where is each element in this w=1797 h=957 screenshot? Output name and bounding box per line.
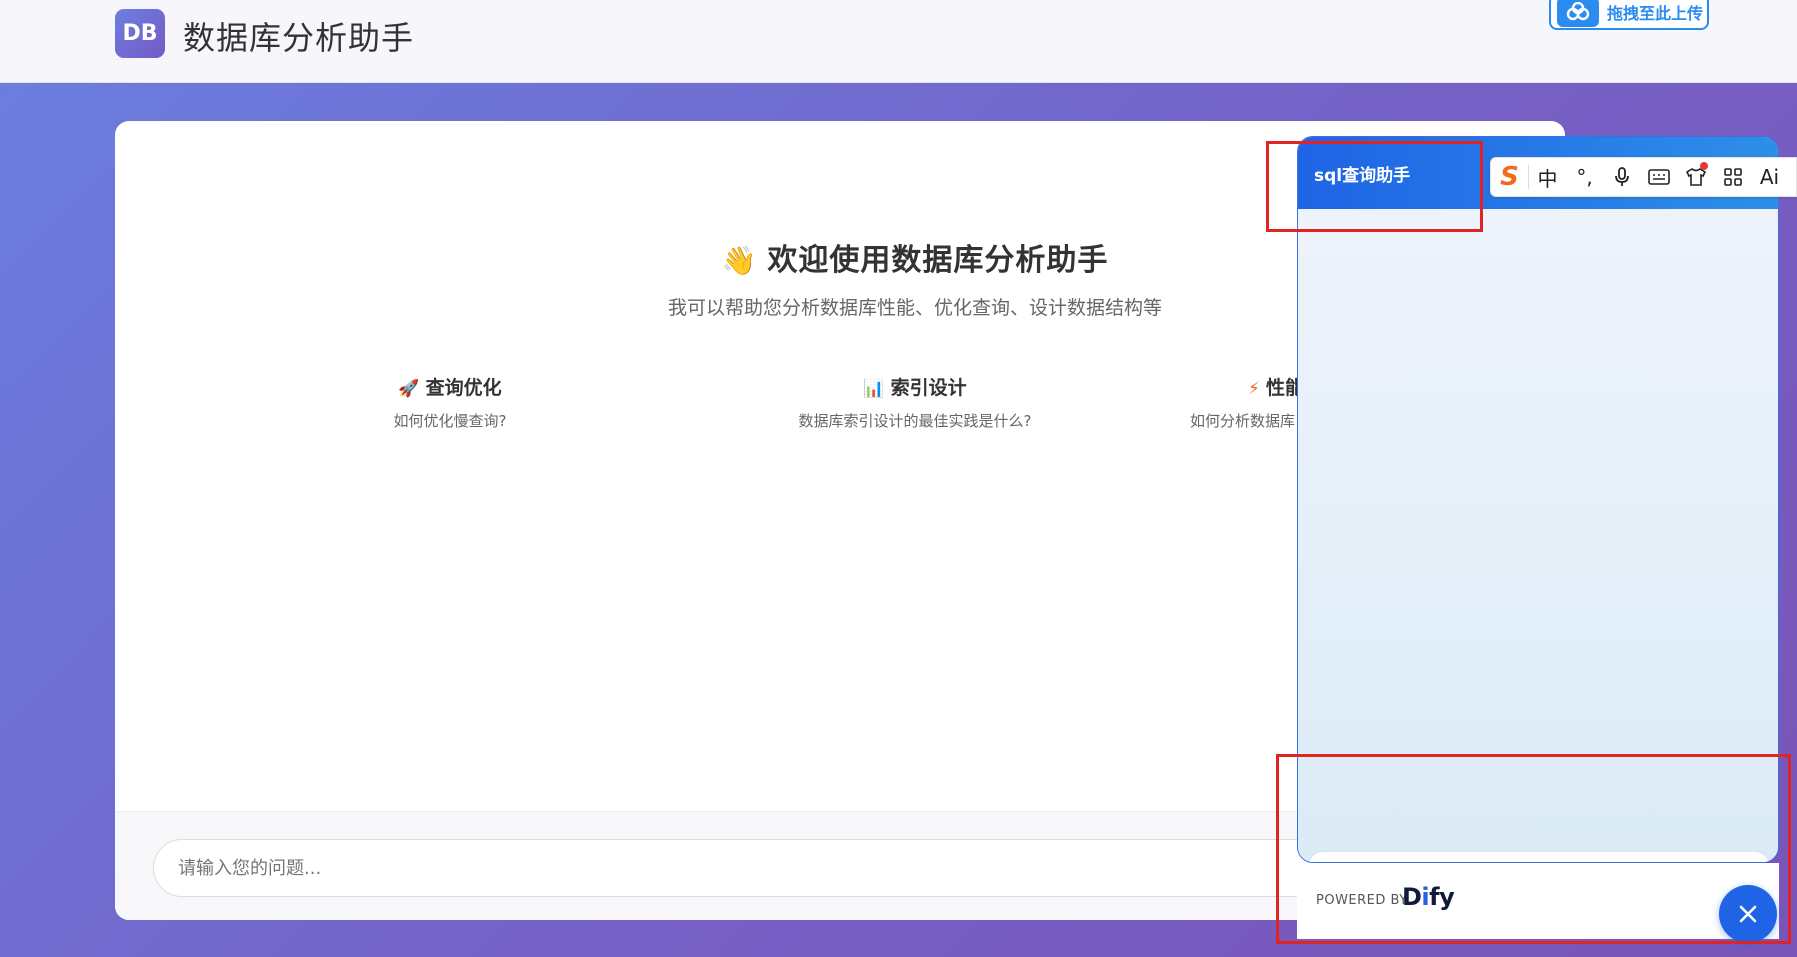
ai-icon[interactable]: Ai <box>1751 157 1788 197</box>
ime-ai-label: Ai <box>1759 165 1780 189</box>
chat-panel: sql查询助手 <box>1297 136 1779 863</box>
ime-lang-label: 中 <box>1537 166 1558 191</box>
chat-title: sql查询助手 <box>1314 166 1411 186</box>
feature-title: 🚀 查询优化 <box>330 373 570 400</box>
close-chat-button[interactable] <box>1719 885 1777 943</box>
dify-logo: Dify <box>1402 883 1455 911</box>
chat-messages-area <box>1298 209 1778 862</box>
chat-input-box <box>1309 852 1769 862</box>
rocket-icon: 🚀 <box>398 379 420 399</box>
ime-lang-toggle[interactable]: 中 <box>1529 157 1566 197</box>
top-bar: DB 数据库分析助手 拖拽至此上传 <box>0 0 1797 83</box>
upload-label: 拖拽至此上传 <box>1607 4 1704 23</box>
powered-by-label: POWERED BY <box>1316 893 1408 908</box>
feature-title-text: 查询优化 <box>425 377 502 399</box>
drag-upload-button[interactable]: 拖拽至此上传 <box>1549 0 1709 30</box>
feature-desc: 如何优化慢查询? <box>393 412 507 430</box>
feature-card-query-optimization[interactable]: 🚀 查询优化 如何优化慢查询? <box>330 373 570 431</box>
feature-title-text: 索引设计 <box>890 377 967 399</box>
ime-punct-toggle[interactable]: °, <box>1566 157 1603 197</box>
wave-icon: 👋 <box>721 244 758 277</box>
notification-dot <box>1700 162 1708 170</box>
lightning-icon: ⚡ <box>1248 379 1260 399</box>
logo-text: DB <box>122 21 158 46</box>
ime-toolbar: S 中 °, Ai <box>1490 157 1797 197</box>
app-title: 数据库分析助手 <box>183 19 415 57</box>
cloud-upload-icon <box>1557 0 1599 27</box>
welcome-title-text: 欢迎使用数据库分析助手 <box>767 243 1109 278</box>
page-background: DB 数据库分析助手 拖拽至此上传 👋 欢迎使用数据库分析助手 我可以帮助您分析数… <box>0 0 1797 957</box>
skin-shirt-icon[interactable] <box>1677 157 1714 197</box>
app-logo: DB <box>115 9 165 58</box>
keyboard-icon[interactable] <box>1640 157 1677 197</box>
feature-title: 📊 索引设计 <box>700 373 1130 400</box>
sogou-logo-icon[interactable]: S <box>1491 157 1528 197</box>
chat-footer: POWERED BY Dify <box>1297 863 1779 943</box>
chat-widget: sql查询助手 POWERED BY Dify <box>1297 136 1779 943</box>
ime-punct-label: °, <box>1576 165 1593 189</box>
apps-grid-icon[interactable] <box>1714 157 1751 197</box>
feature-card-index-design[interactable]: 📊 索引设计 数据库索引设计的最佳实践是什么? <box>700 373 1130 431</box>
close-icon <box>1739 905 1757 923</box>
microphone-icon[interactable] <box>1603 157 1640 197</box>
question-input[interactable] <box>153 839 1453 897</box>
bar-chart-icon: 📊 <box>863 379 885 399</box>
feature-desc: 数据库索引设计的最佳实践是什么? <box>798 412 1032 430</box>
